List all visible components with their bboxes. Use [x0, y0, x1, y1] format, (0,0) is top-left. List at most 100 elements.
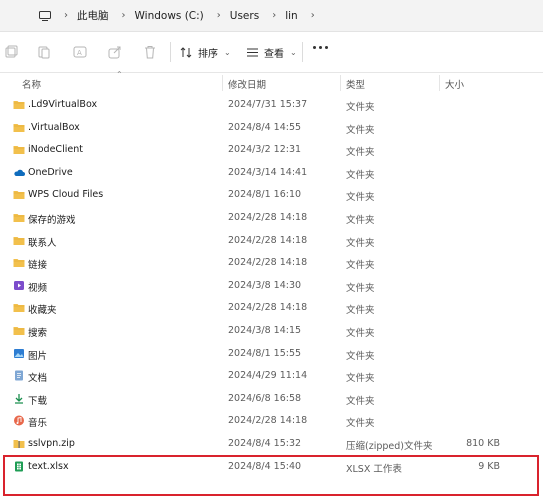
- file-type: 文件夹: [346, 102, 375, 113]
- folder-icon: [13, 99, 25, 110]
- cut-icon[interactable]: [3, 44, 19, 60]
- file-type: 文件夹: [346, 328, 375, 339]
- breadcrumb-label[interactable]: Users: [230, 10, 259, 22]
- breadcrumb-lin[interactable]: › lin: [259, 10, 298, 22]
- file-name: iNodeClient: [28, 144, 83, 156]
- onedrive-cloud-icon: [13, 167, 25, 178]
- column-header-size[interactable]: 大小: [445, 77, 464, 91]
- file-row[interactable]: .Ld9VirtualBox 2024/7/31 15:37 文件夹: [0, 94, 543, 116]
- computer-icon: [39, 10, 51, 21]
- column-divider[interactable]: [222, 75, 223, 91]
- file-row[interactable]: 联系人 2024/2/28 14:18 文件夹: [0, 230, 543, 252]
- file-row[interactable]: WPS Cloud Files 2024/8/1 16:10 文件夹: [0, 184, 543, 206]
- chevron-right-icon[interactable]: ›: [117, 10, 131, 21]
- folder-icon: [13, 122, 25, 133]
- chevron-right-icon[interactable]: ›: [59, 10, 73, 21]
- file-row[interactable]: iNodeClient 2024/3/2 12:31 文件夹: [0, 139, 543, 161]
- toolbar-divider: [302, 42, 303, 62]
- chevron-right-icon[interactable]: ›: [267, 10, 281, 21]
- file-modified-date: 2024/6/8 16:58: [228, 392, 302, 404]
- file-name: 下载: [28, 395, 48, 407]
- file-type: 文件夹: [346, 395, 375, 407]
- file-name: 搜索: [28, 328, 48, 339]
- file-type: 文件夹: [346, 237, 375, 249]
- svg-text:A: A: [77, 49, 82, 57]
- file-row[interactable]: sslvpn.zip 2024/8/4 15:32 压缩(zipped)文件夹 810…: [0, 433, 543, 455]
- file-modified-date: 2024/3/14 14:41: [228, 166, 308, 178]
- file-name: 音乐: [28, 418, 48, 430]
- breadcrumb-label[interactable]: lin: [285, 10, 298, 22]
- highlight-annotation-box: [3, 455, 539, 496]
- breadcrumb-this-pc[interactable]: › 此电脑: [51, 8, 109, 23]
- file-type: 压缩(zipped)文件夹: [346, 441, 433, 452]
- chevron-right-icon[interactable]: ›: [212, 10, 226, 21]
- file-row[interactable]: OneDrive 2024/3/14 14:41 文件夹: [0, 162, 543, 184]
- file-row[interactable]: 音乐 2024/2/28 14:18 文件夹: [0, 410, 543, 432]
- file-modified-date: 2024/8/4 14:55: [228, 121, 302, 133]
- column-divider[interactable]: [439, 75, 440, 91]
- sort-button[interactable]: 排序 ⌄: [180, 43, 231, 61]
- chevron-right-icon[interactable]: ›: [306, 10, 320, 21]
- file-modified-date: 2024/2/28 14:18: [228, 415, 308, 427]
- folder-icon: [13, 235, 25, 246]
- file-type: 文件夹: [346, 418, 375, 430]
- file-row[interactable]: 保存的游戏 2024/2/28 14:18 文件夹: [0, 207, 543, 229]
- folder-icon: [13, 325, 25, 336]
- file-modified-date: 2024/4/29 11:14: [228, 370, 308, 382]
- downloads-folder-icon: [13, 393, 25, 404]
- folder-icon: [13, 302, 25, 313]
- file-row[interactable]: 搜索 2024/3/8 14:15 文件夹: [0, 320, 543, 342]
- file-name: 保存的游戏: [28, 215, 76, 226]
- view-list-icon: [247, 48, 258, 56]
- file-row[interactable]: 下载 2024/6/8 16:58 文件夹: [0, 388, 543, 410]
- file-row[interactable]: 文档 2024/4/29 11:14 文件夹: [0, 365, 543, 387]
- more-options-icon[interactable]: [313, 46, 328, 49]
- address-bar[interactable]: › 此电脑 › Windows (C:) › Users › lin ›: [0, 0, 543, 32]
- file-row[interactable]: 图片 2024/8/1 15:55 文件夹: [0, 343, 543, 365]
- column-header-name[interactable]: 名称: [22, 77, 41, 91]
- rename-icon[interactable]: A: [72, 44, 88, 60]
- file-size: 810 KB: [466, 438, 500, 449]
- share-icon[interactable]: [107, 44, 123, 60]
- file-row[interactable]: 收藏夹 2024/2/28 14:18 文件夹: [0, 297, 543, 319]
- file-row[interactable]: 链接 2024/2/28 14:18 文件夹: [0, 252, 543, 274]
- column-header-type[interactable]: 类型: [346, 77, 365, 91]
- column-header-modified[interactable]: 修改日期: [228, 77, 266, 91]
- videos-folder-icon: [13, 280, 25, 291]
- file-type: 文件夹: [346, 124, 375, 136]
- documents-folder-icon: [13, 370, 25, 381]
- column-divider[interactable]: [340, 75, 341, 91]
- pictures-folder-icon: [13, 348, 25, 359]
- breadcrumb-label[interactable]: 此电脑: [77, 8, 109, 23]
- file-modified-date: 2024/3/8 14:30: [228, 279, 302, 291]
- file-row[interactable]: 视频 2024/3/8 14:30 文件夹: [0, 275, 543, 297]
- folder-icon: [13, 189, 25, 200]
- view-label: 查看: [264, 48, 284, 60]
- view-button[interactable]: 查看 ⌄: [246, 43, 297, 61]
- delete-icon[interactable]: [142, 44, 158, 60]
- file-modified-date: 2024/7/31 15:37: [228, 99, 308, 110]
- file-name: OneDrive: [28, 166, 73, 178]
- breadcrumb-label[interactable]: Windows (C:): [135, 10, 204, 22]
- file-row[interactable]: .VirtualBox 2024/8/4 14:55 文件夹: [0, 117, 543, 139]
- sort-ascending-icon: ⌃: [116, 70, 123, 79]
- sort-icon: [180, 46, 192, 58]
- file-type: 文件夹: [346, 192, 375, 204]
- file-modified-date: 2024/2/28 14:18: [228, 234, 308, 246]
- folder-icon: [13, 144, 25, 155]
- file-type: 文件夹: [346, 169, 375, 181]
- breadcrumb-windows-c[interactable]: › Windows (C:): [109, 10, 204, 22]
- file-type: 文件夹: [346, 147, 375, 159]
- file-name: 图片: [28, 350, 48, 362]
- zip-folder-icon: [13, 438, 25, 449]
- file-modified-date: 2024/2/28 14:18: [228, 302, 308, 314]
- music-folder-icon: [13, 415, 25, 426]
- copy-icon[interactable]: [36, 44, 52, 60]
- file-name: 收藏夹: [28, 305, 57, 317]
- file-type: 文件夹: [346, 373, 375, 385]
- toolbar-divider: [170, 42, 171, 62]
- file-type: 文件夹: [346, 282, 375, 294]
- chevron-down-icon: ⌄: [290, 47, 297, 57]
- breadcrumb-users[interactable]: › Users: [204, 10, 259, 22]
- folder-icon: [13, 257, 25, 268]
